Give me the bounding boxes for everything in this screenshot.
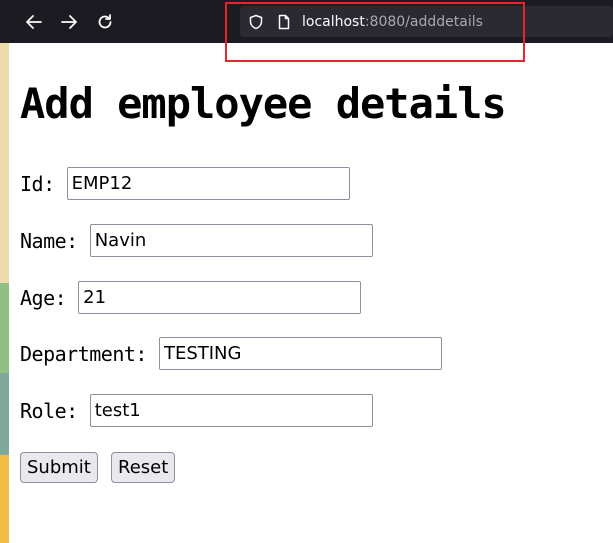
age-input[interactable] xyxy=(78,281,362,314)
annotation-highlight-box xyxy=(225,2,525,62)
age-row: Age: xyxy=(20,281,362,314)
page-title: Add employee details xyxy=(20,79,507,128)
name-row: Name: xyxy=(20,224,373,257)
age-label: Age: xyxy=(20,285,67,310)
reload-icon[interactable] xyxy=(93,10,117,34)
id-label: Id: xyxy=(20,171,55,196)
id-input[interactable] xyxy=(66,167,350,200)
department-row: Department: xyxy=(20,337,442,370)
department-label: Department: xyxy=(20,341,147,366)
name-label: Name: xyxy=(20,228,78,253)
forward-arrow-icon[interactable] xyxy=(57,10,81,34)
back-arrow-icon[interactable] xyxy=(22,10,46,34)
name-input[interactable] xyxy=(89,224,373,257)
department-input[interactable] xyxy=(158,337,442,370)
id-row: Id: xyxy=(20,167,350,200)
role-input[interactable] xyxy=(89,394,373,427)
role-label: Role: xyxy=(20,398,78,423)
role-row: Role: xyxy=(20,394,373,427)
background-window-edge xyxy=(0,0,9,543)
reset-button[interactable]: Reset xyxy=(111,452,176,483)
submit-button[interactable]: Submit xyxy=(20,452,98,483)
